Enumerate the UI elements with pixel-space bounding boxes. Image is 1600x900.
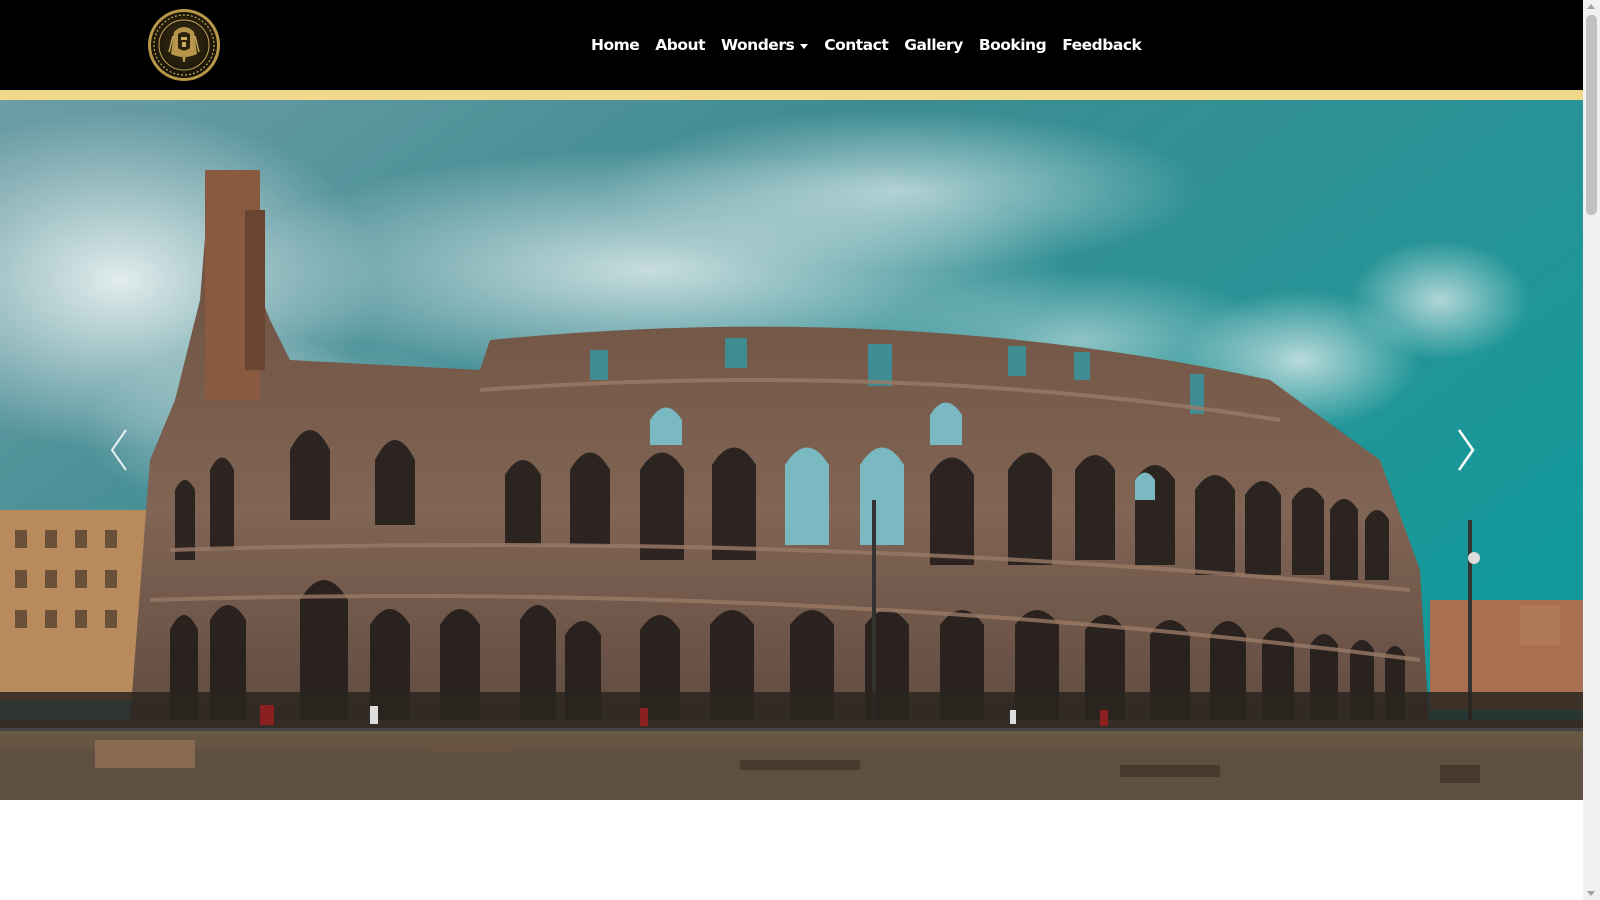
- navbar: Home About Wonders Contact Gallery Booki…: [0, 0, 1583, 90]
- scroll-down-icon[interactable]: [1587, 891, 1595, 896]
- chevron-right-icon: [1457, 429, 1475, 471]
- main-nav: Home About Wonders Contact Gallery Booki…: [583, 30, 1149, 60]
- nav-link-home[interactable]: Home: [583, 30, 647, 60]
- vertical-scrollbar[interactable]: [1583, 0, 1600, 900]
- carousel-prev-button[interactable]: [90, 420, 150, 480]
- nav-link-label: Gallery: [904, 36, 963, 54]
- page: Home About Wonders Contact Gallery Booki…: [0, 0, 1600, 900]
- nav-link-label: Booking: [978, 36, 1047, 54]
- colosseum-photo: [0, 100, 1583, 800]
- chevron-left-icon: [110, 429, 127, 471]
- nav-link-gallery[interactable]: Gallery: [896, 30, 971, 60]
- caret-down-icon: [800, 43, 809, 49]
- nav-link-wonders-dropdown[interactable]: Wonders: [713, 30, 816, 60]
- carousel-next-button[interactable]: [1435, 420, 1495, 480]
- pharaoh-medallion-icon: [148, 9, 220, 81]
- nav-link-label: Contact: [824, 36, 889, 54]
- hero-carousel: [0, 100, 1583, 800]
- nav-link-about[interactable]: About: [647, 30, 713, 60]
- site-logo[interactable]: [147, 8, 221, 82]
- nav-link-label: Home: [591, 36, 640, 54]
- nav-link-label: Feedback: [1062, 36, 1142, 54]
- nav-link-label: Wonders: [720, 36, 795, 54]
- nav-link-booking[interactable]: Booking: [971, 30, 1054, 60]
- nav-link-feedback[interactable]: Feedback: [1054, 30, 1149, 60]
- navbar-accent-stripe: [0, 90, 1583, 100]
- scroll-up-icon[interactable]: [1587, 4, 1595, 9]
- nav-link-label: About: [655, 36, 705, 54]
- scrollbar-thumb[interactable]: [1586, 15, 1597, 215]
- nav-link-contact[interactable]: Contact: [816, 30, 896, 60]
